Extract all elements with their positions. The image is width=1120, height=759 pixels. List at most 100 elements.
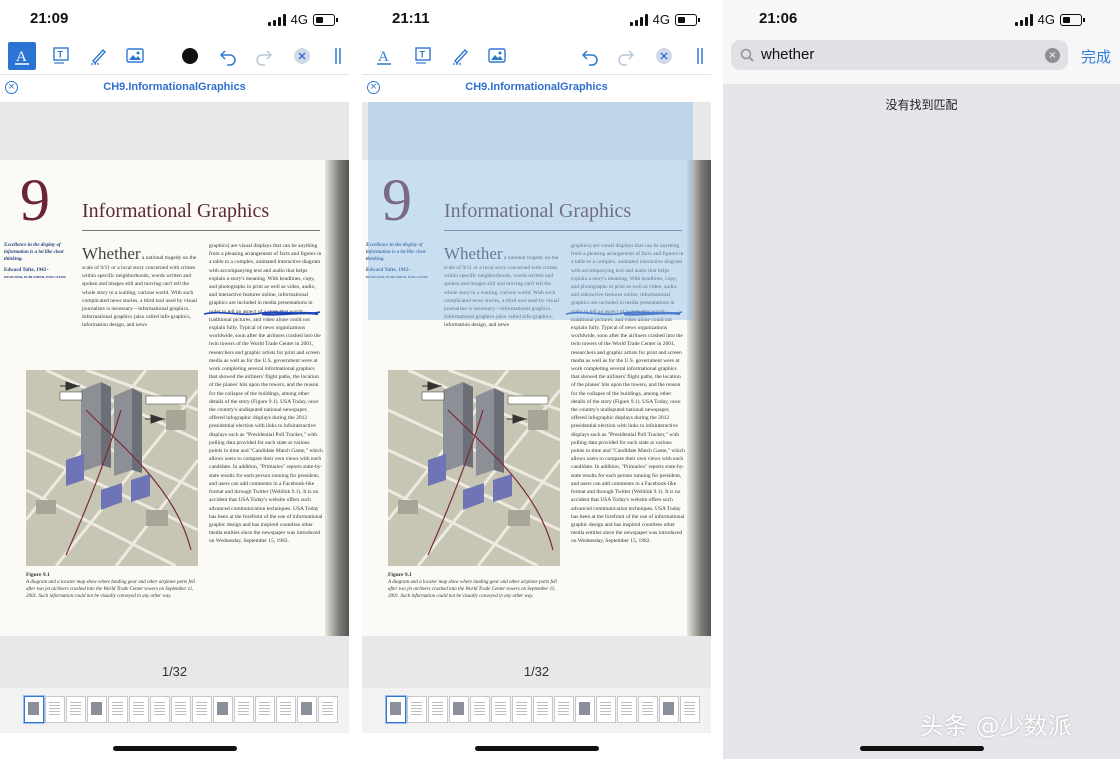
network-label: 4G xyxy=(1037,12,1055,27)
home-indicator xyxy=(859,746,984,751)
thumbnail[interactable] xyxy=(87,696,107,723)
epigraph-attribution: Edward Tufte, 1942– DESIGNER, PUBLISHER, … xyxy=(4,268,74,280)
thumbnail[interactable] xyxy=(659,696,679,723)
color-picker-button[interactable] xyxy=(176,42,204,70)
thumbnail[interactable] xyxy=(171,696,191,723)
body-column-1-text: a national tragedy on the scale of 9/11 … xyxy=(82,255,198,329)
thumbnail[interactable] xyxy=(150,696,170,723)
annotation-toolbar: A T xyxy=(0,38,349,75)
thumbnail[interactable] xyxy=(192,696,212,723)
color-dot-icon xyxy=(182,48,198,64)
undo-button[interactable] xyxy=(576,42,604,70)
signal-icon xyxy=(629,13,648,26)
status-time: 21:11 xyxy=(392,10,430,27)
pen-tool-button[interactable] xyxy=(85,42,113,70)
svg-text:T: T xyxy=(58,50,64,60)
network-label: 4G xyxy=(290,12,308,27)
thumbnail[interactable] xyxy=(129,696,149,723)
redo-button[interactable] xyxy=(250,42,278,70)
status-bar: 21:06 4G xyxy=(723,0,1120,38)
image-icon xyxy=(488,48,506,63)
svg-text:A: A xyxy=(16,49,27,65)
undo-icon xyxy=(581,50,598,66)
thumbnail[interactable] xyxy=(533,696,553,723)
search-icon xyxy=(740,48,754,62)
close-toolbar-button[interactable] xyxy=(288,42,316,70)
clear-search-icon[interactable]: × xyxy=(1045,48,1060,63)
epigraph-quote: Excellence in the display of information… xyxy=(4,243,64,262)
pen-icon xyxy=(453,48,468,65)
thumbnail[interactable] xyxy=(617,696,637,723)
watermark: 头条 @少数派 xyxy=(920,712,1072,740)
search-input[interactable]: whether × xyxy=(731,40,1068,70)
figure-caption-text: A diagram and a locator map show where l… xyxy=(388,580,557,599)
close-circle-icon xyxy=(294,48,310,64)
figure-illustration xyxy=(388,370,560,566)
figure-label: Figure 9.1 xyxy=(26,572,50,578)
page-indicator: 1/32 xyxy=(161,664,188,679)
thumbnail[interactable] xyxy=(297,696,317,723)
thumbnail[interactable] xyxy=(24,696,44,723)
thumbnail[interactable] xyxy=(512,696,532,723)
done-button[interactable]: 完成 xyxy=(1081,46,1111,67)
chapter-number: 9 xyxy=(20,167,50,233)
body-column-2: graphics) are visual displays that can b… xyxy=(209,243,323,545)
image-tool-button[interactable] xyxy=(121,42,149,70)
text-box-tool-button[interactable]: T xyxy=(409,42,437,70)
redo-button[interactable] xyxy=(612,42,640,70)
pen-annotation-scribble xyxy=(203,311,321,316)
thumbnail[interactable] xyxy=(680,696,700,723)
thumbnail[interactable] xyxy=(575,696,595,723)
thumbnail[interactable] xyxy=(428,696,448,723)
close-toolbar-button[interactable] xyxy=(650,42,678,70)
thumbnail[interactable] xyxy=(234,696,254,723)
lead-word: Whether xyxy=(82,244,141,263)
pdf-viewer[interactable]: 9 Informational Graphics Excellence in t… xyxy=(0,102,349,688)
thumbnail[interactable] xyxy=(449,696,469,723)
thumbnail[interactable] xyxy=(108,696,128,723)
text-box-icon: T xyxy=(415,47,431,64)
thumbnail[interactable] xyxy=(318,696,338,723)
svg-text:T: T xyxy=(420,50,426,60)
text-highlight-tool-button[interactable]: A xyxy=(8,42,36,70)
wtc-diagram-image xyxy=(26,370,198,566)
thumbnail[interactable] xyxy=(638,696,658,723)
text-box-tool-button[interactable]: T xyxy=(47,42,75,70)
home-indicator xyxy=(474,746,599,751)
thumbnail[interactable] xyxy=(470,696,490,723)
battery-icon xyxy=(1060,13,1085,26)
text-box-icon: T xyxy=(53,47,69,64)
title-divider xyxy=(82,230,320,231)
text-highlight-icon: A xyxy=(377,49,391,65)
pdf-viewer[interactable]: 9 Informational Graphics Excellence in t… xyxy=(362,102,711,688)
thumbnail[interactable] xyxy=(213,696,233,723)
undo-button[interactable] xyxy=(214,42,242,70)
sidebar-toggle-button[interactable] xyxy=(686,42,711,70)
battery-icon xyxy=(675,13,700,26)
text-highlight-icon: A xyxy=(15,49,29,65)
home-indicator xyxy=(112,746,237,751)
status-bar: 21:09 4G xyxy=(0,0,349,38)
double-bar-icon xyxy=(697,48,703,64)
thumbnail[interactable] xyxy=(554,696,574,723)
thumbnail[interactable] xyxy=(491,696,511,723)
signal-icon xyxy=(1014,13,1033,26)
thumbnail[interactable] xyxy=(255,696,275,723)
undo-icon xyxy=(219,50,236,66)
status-time: 21:09 xyxy=(30,10,69,27)
sidebar-toggle-button[interactable] xyxy=(324,42,349,70)
pen-tool-button[interactable] xyxy=(447,42,475,70)
thumbnail[interactable] xyxy=(407,696,427,723)
thumbnail[interactable] xyxy=(45,696,65,723)
body-column-1: Whether a national tragedy on the scale … xyxy=(82,244,200,330)
figure-caption-text: A diagram and a locator map show where l… xyxy=(26,580,195,599)
thumbnail[interactable] xyxy=(596,696,616,723)
thumbnail[interactable] xyxy=(386,696,406,723)
thumbnail[interactable] xyxy=(66,696,86,723)
figure-illustration xyxy=(26,370,198,566)
text-highlight-tool-button[interactable]: A xyxy=(370,42,398,70)
rectangle-selection-overlay[interactable] xyxy=(368,102,693,320)
image-tool-button[interactable] xyxy=(483,42,511,70)
document-bar: × CH9.InformationalGraphics xyxy=(362,76,711,100)
thumbnail[interactable] xyxy=(276,696,296,723)
